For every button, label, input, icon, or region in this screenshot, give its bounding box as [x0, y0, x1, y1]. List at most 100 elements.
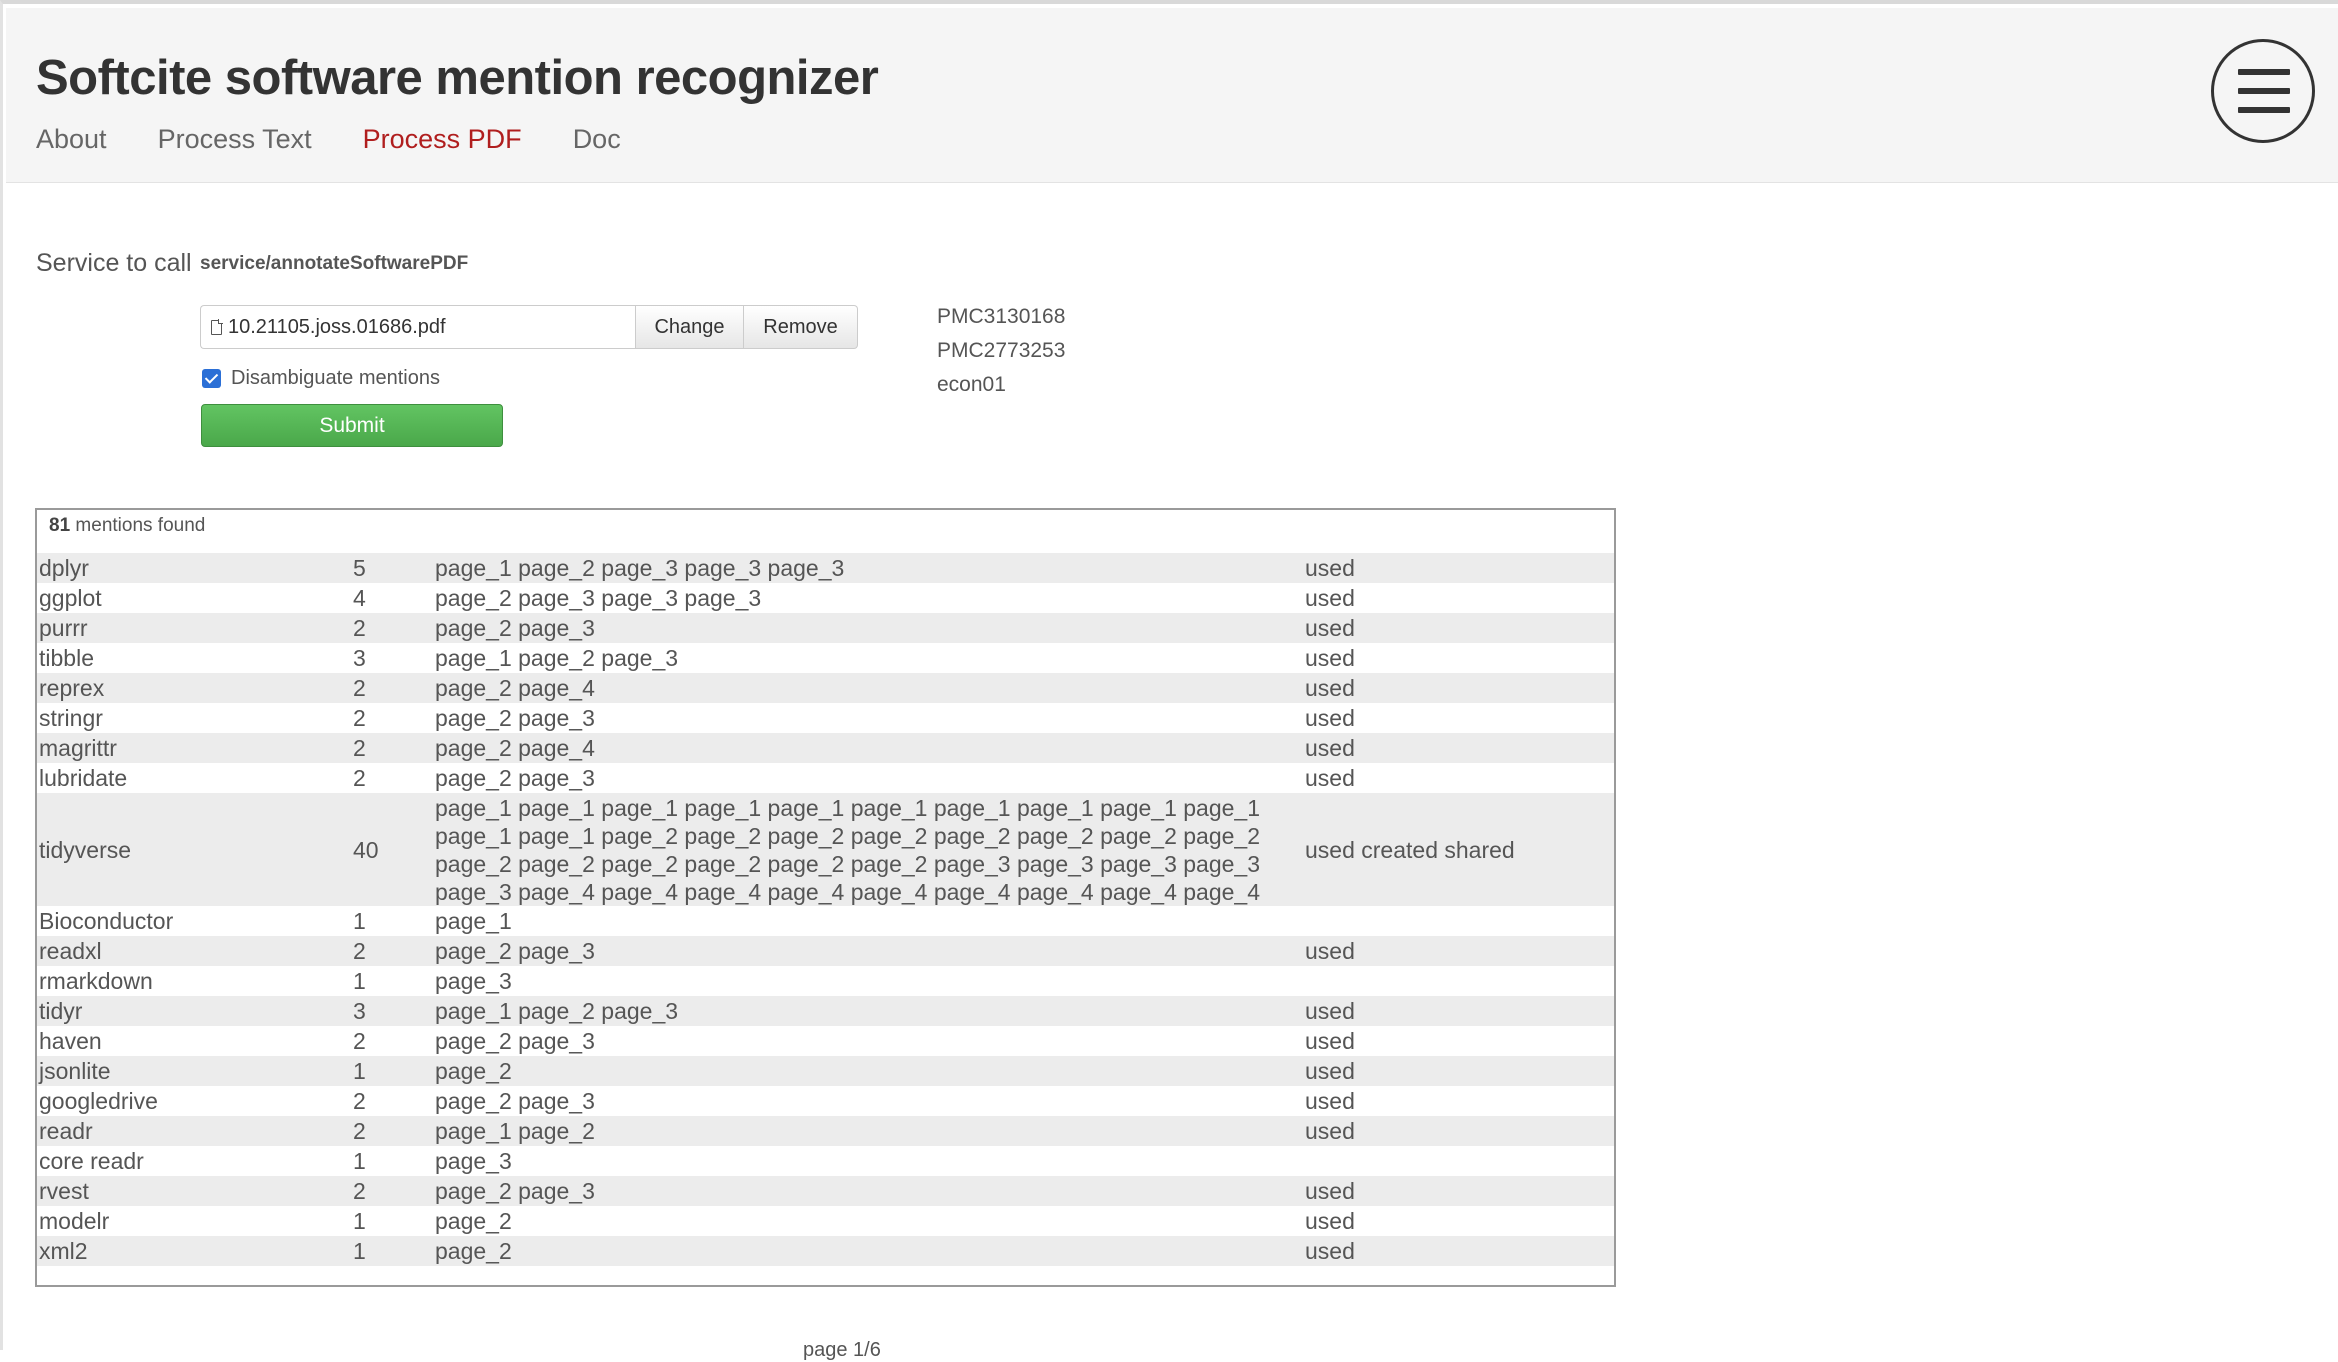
mentions-count-number: 81 — [49, 515, 71, 536]
table-row: haven 2 page_2 page_3 used — [37, 1026, 1614, 1056]
nav-process-text[interactable]: Process Text — [158, 124, 312, 155]
submit-button[interactable]: Submit — [201, 404, 503, 447]
mention-types: used — [1305, 938, 1355, 964]
mention-count: 2 — [353, 938, 366, 964]
table-row: xml2 1 page_2 used — [37, 1236, 1614, 1266]
file-upload-group: 10.21105.joss.01686.pdf Change Remove — [200, 305, 858, 349]
table-row: tibble 3 page_1 page_2 page_3 used — [37, 643, 1614, 673]
mention-count: 1 — [353, 1208, 366, 1234]
table-row: jsonlite 1 page_2 used — [37, 1056, 1614, 1086]
mention-count: 2 — [353, 1088, 366, 1114]
mention-count: 1 — [353, 1238, 366, 1264]
disambiguate-option[interactable]: Disambiguate mentions — [202, 367, 440, 390]
mention-name: core readr — [39, 1148, 144, 1174]
nav-process-pdf[interactable]: Process PDF — [363, 124, 522, 155]
file-icon — [211, 318, 223, 335]
mention-count: 2 — [353, 675, 366, 701]
menu-bar-middle — [2238, 88, 2290, 94]
mention-types: used — [1305, 1178, 1355, 1204]
table-row: lubridate 2 page_2 page_3 used — [37, 763, 1614, 793]
menu-bar-bottom — [2238, 107, 2290, 113]
remove-file-button[interactable]: Remove — [744, 305, 858, 349]
mentions-count-suffix: mentions found — [75, 515, 206, 536]
mention-types: used — [1305, 615, 1355, 641]
mention-name: ggplot — [39, 585, 102, 611]
mention-name: readr — [39, 1118, 93, 1144]
mention-count: 5 — [353, 555, 366, 581]
mention-pages: page_1 page_1 page_1 page_1 page_1 page_… — [435, 795, 1261, 905]
mention-name: tidyr — [39, 998, 83, 1024]
mention-count: 2 — [353, 1118, 366, 1144]
mention-name: Bioconductor — [39, 908, 174, 934]
example-documents: PMC3130168 PMC2773253 econ01 — [937, 304, 1065, 406]
service-label: Service to call — [36, 249, 192, 277]
mention-types: used — [1305, 1028, 1355, 1054]
mention-types: used — [1305, 765, 1355, 791]
mention-name: magrittr — [39, 735, 117, 761]
nav-doc[interactable]: Doc — [573, 124, 621, 155]
mention-types: used created shared — [1305, 836, 1515, 863]
mention-count: 2 — [353, 735, 366, 761]
file-name-text: 10.21105.joss.01686.pdf — [228, 315, 446, 338]
mention-count: 2 — [353, 765, 366, 791]
mention-pages: page_3 — [435, 1148, 512, 1174]
table-row: modelr 1 page_2 used — [37, 1206, 1614, 1236]
mention-pages: page_2 page_3 — [435, 1088, 595, 1114]
main-nav: About Process Text Process PDF Doc — [36, 124, 672, 155]
hamburger-menu-icon[interactable] — [2211, 39, 2315, 143]
mention-count: 1 — [353, 1058, 366, 1084]
mention-pages: page_2 — [435, 1208, 512, 1234]
table-row: reprex 2 page_2 page_4 used — [37, 673, 1614, 703]
mention-types: used — [1305, 1208, 1355, 1234]
mention-count: 40 — [353, 836, 379, 863]
mention-types: used — [1305, 1238, 1355, 1264]
mention-name: lubridate — [39, 765, 128, 791]
mentions-table: dplyr 5 page_1 page_2 page_3 page_3 page_3… — [37, 553, 1614, 1266]
app-header: Softcite software mention recognizer Abo… — [6, 8, 2338, 183]
mention-name: googledrive — [39, 1088, 158, 1114]
service-value[interactable]: service/annotateSoftwarePDF — [200, 253, 468, 275]
mention-count: 3 — [353, 645, 366, 671]
example-link-pmc2773253[interactable]: PMC2773253 — [937, 338, 1065, 372]
mention-name: xml2 — [39, 1238, 88, 1264]
mention-name: readxl — [39, 938, 102, 964]
menu-bar-top — [2238, 69, 2290, 75]
mention-pages: page_2 — [435, 1058, 512, 1084]
mention-types: used — [1305, 675, 1355, 701]
table-row: readxl 2 page_2 page_3 used — [37, 936, 1614, 966]
mention-pages: page_1 page_2 page_3 — [435, 645, 679, 671]
mention-pages: page_2 page_3 — [435, 705, 595, 731]
mention-types: used — [1305, 998, 1355, 1024]
mention-name: jsonlite — [39, 1058, 111, 1084]
example-link-pmc3130168[interactable]: PMC3130168 — [937, 304, 1065, 338]
mention-types: used — [1305, 585, 1355, 611]
file-name-field[interactable]: 10.21105.joss.01686.pdf — [200, 305, 635, 349]
mention-pages: page_1 page_2 — [435, 1118, 595, 1144]
example-link-econ01[interactable]: econ01 — [937, 372, 1065, 406]
mention-name: purrr — [39, 615, 88, 641]
mention-count: 2 — [353, 615, 366, 641]
mention-types — [1305, 981, 1605, 982]
results-panel: 81 mentions found dplyr 5 page_1 page_2 pa… — [35, 508, 1616, 1287]
mention-count: 1 — [353, 968, 366, 994]
table-row: rmarkdown 1 page_3 — [37, 966, 1614, 996]
mention-pages: page_2 page_3 — [435, 938, 595, 964]
mention-name: haven — [39, 1028, 102, 1054]
mention-count: 1 — [353, 908, 366, 934]
mention-types: used — [1305, 1118, 1355, 1144]
change-file-button[interactable]: Change — [635, 305, 744, 349]
mention-pages: page_2 page_3 — [435, 1028, 595, 1054]
mention-types: used — [1305, 645, 1355, 671]
table-row: tidyverse 40 page_1 page_1 page_1 page_1 p… — [37, 793, 1614, 906]
nav-about[interactable]: About — [36, 124, 107, 155]
mention-pages: page_2 — [435, 1238, 512, 1264]
table-row: tidyr 3 page_1 page_2 page_3 used — [37, 996, 1614, 1026]
mention-name: rmarkdown — [39, 968, 153, 994]
mention-types: used — [1305, 705, 1355, 731]
mention-types — [1305, 921, 1605, 922]
mention-count: 2 — [353, 1028, 366, 1054]
mention-pages: page_2 page_3 — [435, 1178, 595, 1204]
mention-pages: page_2 page_3 page_3 page_3 — [435, 585, 762, 611]
disambiguate-checkbox[interactable] — [202, 369, 221, 388]
mention-count: 2 — [353, 705, 366, 731]
